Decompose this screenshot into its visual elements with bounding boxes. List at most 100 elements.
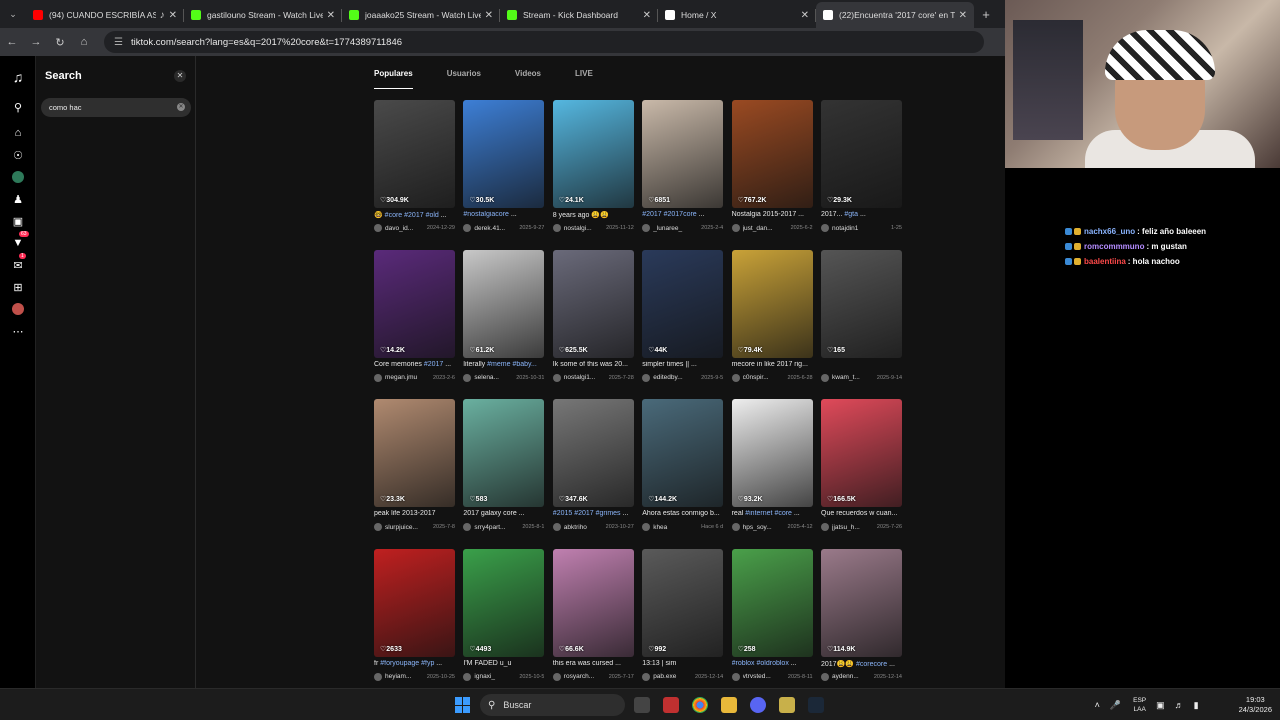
username[interactable]: kwam_t... — [832, 374, 875, 381]
video-thumbnail[interactable]: 767.2K — [731, 100, 813, 208]
avatar[interactable] — [374, 672, 382, 681]
video-title[interactable]: this era was cursed ... — [553, 660, 634, 667]
avatar[interactable] — [642, 672, 651, 681]
username[interactable]: pab.exe — [653, 673, 693, 680]
video-title[interactable]: Core memories #2017 ... — [374, 361, 455, 368]
video-thumbnail[interactable]: 44K — [642, 249, 724, 358]
tab-close-icon[interactable]: ✕ — [959, 10, 967, 21]
username[interactable]: vtrvsted... — [743, 673, 786, 680]
avatar[interactable] — [463, 224, 472, 232]
chevron-up-icon[interactable]: ˄ — [1095, 700, 1100, 710]
avatar[interactable] — [552, 373, 561, 382]
username[interactable]: _lunaree_ — [653, 225, 699, 232]
video-thumbnail[interactable]: 258 — [731, 548, 813, 657]
chrome-icon[interactable] — [692, 697, 708, 713]
tab-live[interactable]: LIVE — [575, 69, 593, 89]
username[interactable]: c0nspir... — [743, 374, 786, 381]
video-title[interactable]: real #internet #core ... — [732, 510, 813, 517]
video-thumbnail[interactable]: 14.2K — [374, 249, 455, 358]
more-icon[interactable]: ⋯ — [11, 324, 25, 338]
avatar[interactable] — [552, 672, 561, 681]
username[interactable]: selena... — [474, 374, 514, 381]
close-icon[interactable]: ✕ — [174, 70, 186, 82]
video-thumbnail[interactable]: 2633 — [374, 548, 455, 657]
avatar[interactable] — [463, 523, 472, 531]
video-title[interactable]: 2017😩😩 #corecore ... — [821, 660, 902, 668]
video-thumbnail[interactable]: 29.3K — [821, 100, 902, 208]
site-info-icon[interactable]: ☰ — [114, 37, 123, 48]
tab-usuarios[interactable]: Usuarios — [447, 69, 481, 89]
windows-start-icon[interactable] — [455, 697, 471, 713]
video-thumbnail[interactable]: 66.6K — [552, 548, 634, 657]
video-title[interactable]: #2017 #2017core ... — [642, 211, 723, 218]
tiktok-logo-icon[interactable]: ♫ — [11, 69, 25, 85]
profile-avatar-icon[interactable] — [11, 302, 25, 316]
username[interactable]: rosyarch... — [564, 673, 607, 680]
video-thumbnail[interactable]: 165 — [821, 249, 902, 358]
username[interactable]: heyiam... — [385, 673, 425, 680]
avatar[interactable] — [821, 373, 829, 382]
tab-videos[interactable]: Videos — [515, 69, 541, 89]
username[interactable]: notajdin1 — [832, 225, 889, 232]
browser-tab[interactable]: (22)Encuentra '2017 core' en Ti ✕ — [816, 2, 974, 28]
video-thumbnail[interactable]: 30.5K — [463, 100, 545, 208]
tab-close-icon[interactable]: ✕ — [327, 10, 335, 21]
video-title[interactable]: 13:13 | sim — [642, 660, 723, 667]
browser-tab[interactable]: gastilouno Stream - Watch Live ✕ — [184, 2, 342, 28]
username[interactable]: aydenn... — [832, 673, 872, 680]
username[interactable]: jjatsu_h... — [832, 524, 875, 531]
language-indicator[interactable]: ESP LAA — [1133, 696, 1146, 714]
avatar[interactable] — [374, 373, 382, 382]
taskbar-search[interactable]: ⚲ Buscar — [480, 694, 625, 716]
tab-audio-icon[interactable]: ♪ — [160, 10, 165, 21]
tab-populares[interactable]: Populares — [374, 69, 413, 89]
battery-icon[interactable]: ▮ — [1194, 700, 1199, 711]
video-title[interactable]: simpler times || ... — [642, 361, 723, 368]
video-thumbnail[interactable]: 992 — [642, 548, 724, 657]
back-icon[interactable]: ← — [0, 36, 24, 48]
clear-icon[interactable]: ✕ — [177, 103, 185, 111]
taskview-icon[interactable] — [634, 697, 650, 713]
video-thumbnail[interactable]: 625.5K — [552, 249, 634, 358]
avatar[interactable] — [821, 672, 829, 681]
video-thumbnail[interactable]: 79.4K — [731, 249, 813, 358]
avatar[interactable] — [374, 224, 382, 232]
video-thumbnail[interactable]: 583 — [463, 399, 545, 507]
friends-icon[interactable]: ♟ — [11, 192, 25, 206]
username[interactable]: abktriho — [564, 524, 604, 531]
messages-icon[interactable]: ✉ 1 — [11, 253, 26, 272]
avatar[interactable] — [731, 373, 740, 382]
discord-icon[interactable] — [750, 697, 766, 713]
home-nav-icon[interactable]: ⌂ — [11, 126, 25, 140]
activity-icon[interactable]: ▼ 63 — [11, 231, 29, 250]
video-thumbnail[interactable]: 6851 — [642, 100, 724, 208]
avatar[interactable] — [552, 523, 561, 531]
tab-close-icon[interactable]: ✕ — [643, 10, 651, 21]
video-title[interactable]: mecore in like 2017 rig... — [732, 361, 813, 368]
video-title[interactable]: Que recuerdos w cuan... — [821, 510, 902, 517]
video-thumbnail[interactable]: 166.5K — [821, 399, 902, 507]
explore-icon[interactable]: ☉ — [11, 148, 25, 162]
username[interactable]: editedby... — [653, 374, 699, 381]
video-title[interactable]: literally #meme #baby... — [463, 361, 544, 368]
avatar[interactable] — [463, 373, 472, 382]
video-title[interactable]: 2017 galaxy core ... — [463, 510, 544, 517]
video-title[interactable]: 🤓 #core #2017 #old ... — [374, 211, 455, 219]
avatar[interactable] — [463, 672, 472, 681]
volume-icon[interactable]: ♬ — [1175, 700, 1184, 710]
avatar[interactable] — [731, 672, 740, 681]
tab-search-icon[interactable]: ⌄ — [0, 0, 26, 28]
username[interactable]: derek.41... — [474, 225, 517, 232]
username[interactable]: davo_id... — [385, 225, 425, 232]
avatar[interactable] — [374, 523, 382, 531]
search-input[interactable]: como hac ✕ — [41, 98, 191, 117]
video-title[interactable]: I'M FADED u_u — [463, 660, 544, 667]
following-avatar-icon[interactable] — [11, 170, 25, 184]
video-title[interactable]: Nostalgia 2015-2017 ... — [732, 211, 813, 218]
username[interactable]: nostalgi... — [564, 225, 604, 232]
avatar[interactable] — [821, 523, 829, 531]
video-thumbnail[interactable]: 144.2K — [642, 399, 724, 507]
username[interactable]: just_dan... — [743, 225, 789, 232]
video-thumbnail[interactable]: 114.9K — [821, 548, 902, 657]
video-thumbnail[interactable]: 304.9K — [374, 100, 455, 208]
